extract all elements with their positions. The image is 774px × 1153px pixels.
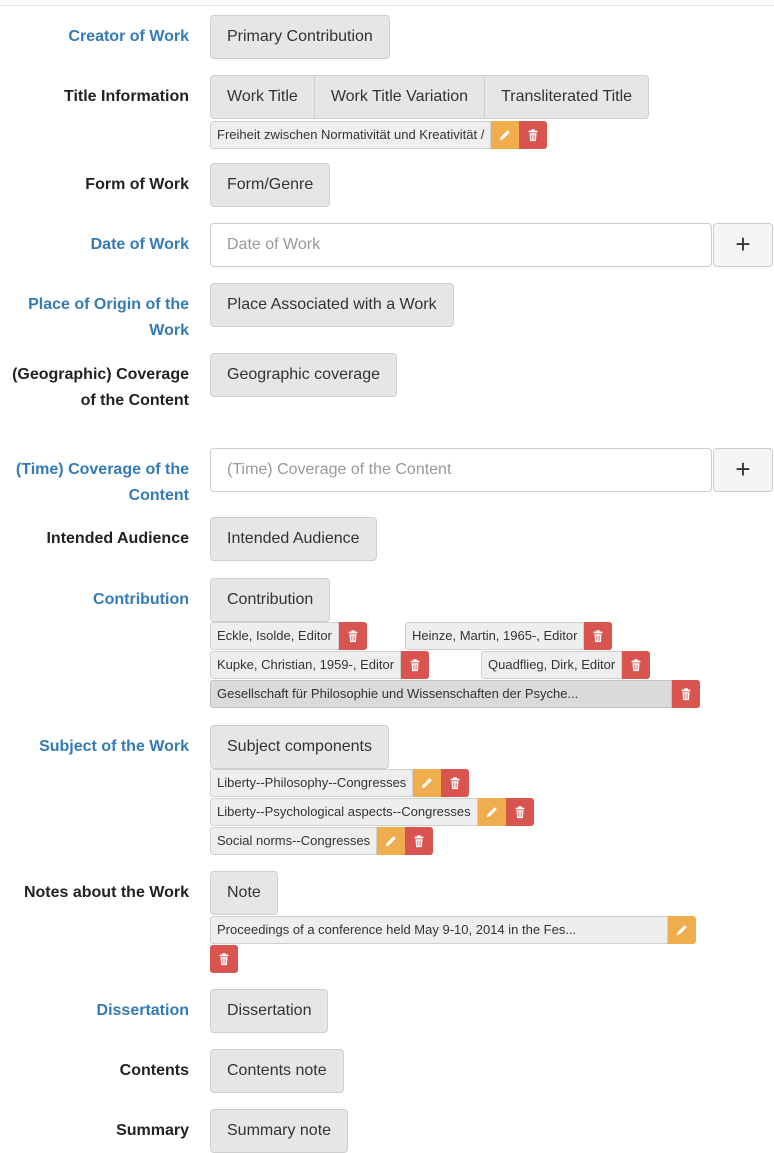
work-title-button[interactable]: Work Title xyxy=(210,75,315,119)
trash-icon[interactable] xyxy=(338,622,367,650)
subject-tag: Liberty--Psychological aspects--Congress… xyxy=(210,798,534,826)
trash-icon[interactable] xyxy=(210,945,238,973)
trash-icon[interactable] xyxy=(405,827,434,855)
dissertation-label: Dissertation xyxy=(96,1002,189,1019)
contribution-tag: Gesellschaft für Philosophie und Wissens… xyxy=(210,680,700,708)
subject-components-button[interactable]: Subject components xyxy=(210,725,389,769)
note-tag-delete xyxy=(210,945,238,973)
contents-note-button[interactable]: Contents note xyxy=(210,1049,344,1093)
primary-contribution-button[interactable]: Primary Contribution xyxy=(210,15,390,59)
geo-label: (Geographic) Coverage of the Content xyxy=(12,366,189,409)
pencil-icon[interactable] xyxy=(477,798,506,826)
contribution-tag: Eckle, Isolde, Editor xyxy=(210,622,367,650)
transliterated-title-button[interactable]: Transliterated Title xyxy=(484,75,650,119)
pencil-icon[interactable] xyxy=(413,769,442,797)
time-coverage-input[interactable] xyxy=(210,448,712,492)
subject-tag: Social norms--Congresses xyxy=(210,827,434,855)
contribution-tag-text: Kupke, Christian, 1959-, Editor xyxy=(210,651,402,679)
contribution-tag: Kupke, Christian, 1959-, Editor xyxy=(210,651,430,679)
trash-icon[interactable] xyxy=(672,680,700,708)
pencil-icon[interactable] xyxy=(668,916,696,944)
creator-label: Creator of Work xyxy=(68,28,189,45)
title-tag: Freiheit zwischen Normativität und Kreat… xyxy=(210,121,548,149)
title-tag-text: Freiheit zwischen Normativität und Kreat… xyxy=(210,121,492,149)
contribution-tag: Heinze, Martin, 1965-, Editor xyxy=(405,622,613,650)
trash-icon[interactable] xyxy=(519,121,548,149)
time-label: (Time) Coverage of the Content xyxy=(15,461,189,504)
add-time-coverage-button[interactable]: + xyxy=(713,448,773,492)
trash-icon[interactable] xyxy=(401,651,430,679)
note-button[interactable]: Note xyxy=(210,871,278,915)
form-genre-button[interactable]: Form/Genre xyxy=(210,163,331,207)
note-tag-text: Proceedings of a conference held May 9-1… xyxy=(210,916,668,944)
subject-tag-text: Liberty--Psychological aspects--Congress… xyxy=(210,798,478,826)
trash-icon[interactable] xyxy=(505,798,534,826)
audience-label: Intended Audience xyxy=(46,530,189,547)
contribution-label: Contribution xyxy=(93,591,189,608)
notes-label: Notes about the Work xyxy=(23,884,189,901)
trash-icon[interactable] xyxy=(584,622,613,650)
geographic-coverage-button[interactable]: Geographic coverage xyxy=(210,353,397,397)
summary-note-button[interactable]: Summary note xyxy=(210,1109,349,1153)
form-label: Form of Work xyxy=(85,176,189,193)
trash-icon[interactable] xyxy=(622,651,651,679)
place-label: Place of Origin of the Work xyxy=(28,296,189,339)
place-associated-button[interactable]: Place Associated with a Work xyxy=(210,283,454,327)
top-divider xyxy=(0,5,774,6)
contribution-tag-text: Eckle, Isolde, Editor xyxy=(210,622,339,650)
work-title-variation-button[interactable]: Work Title Variation xyxy=(313,75,486,119)
title-label: Title Information xyxy=(63,88,189,105)
add-date-button[interactable]: + xyxy=(713,223,773,267)
contribution-tag: Quadflieg, Dirk, Editor xyxy=(481,651,651,679)
date-of-work-input[interactable] xyxy=(210,223,712,267)
pencil-icon[interactable] xyxy=(377,827,406,855)
subject-tag-text: Social norms--Congresses xyxy=(210,827,378,855)
contribution-tag-text: Quadflieg, Dirk, Editor xyxy=(481,651,623,679)
contribution-tag-text: Gesellschaft für Philosophie und Wissens… xyxy=(210,680,672,708)
contribution-tag-text: Heinze, Martin, 1965-, Editor xyxy=(405,622,585,650)
subject-tag: Liberty--Philosophy--Congresses xyxy=(210,769,470,797)
title-button-group: Work Title Work Title Variation Translit… xyxy=(210,75,650,119)
pencil-icon[interactable] xyxy=(491,121,520,149)
dissertation-button[interactable]: Dissertation xyxy=(210,989,329,1033)
trash-icon[interactable] xyxy=(441,769,470,797)
note-tag: Proceedings of a conference held May 9-1… xyxy=(210,916,696,944)
date-label: Date of Work xyxy=(90,236,189,253)
subject-label: Subject of the Work xyxy=(39,738,189,755)
contribution-button[interactable]: Contribution xyxy=(210,578,331,622)
intended-audience-button[interactable]: Intended Audience xyxy=(210,517,377,561)
summary-label: Summary xyxy=(116,1122,189,1139)
subject-tag-text: Liberty--Philosophy--Congresses xyxy=(210,769,414,797)
contents-label: Contents xyxy=(119,1062,189,1079)
